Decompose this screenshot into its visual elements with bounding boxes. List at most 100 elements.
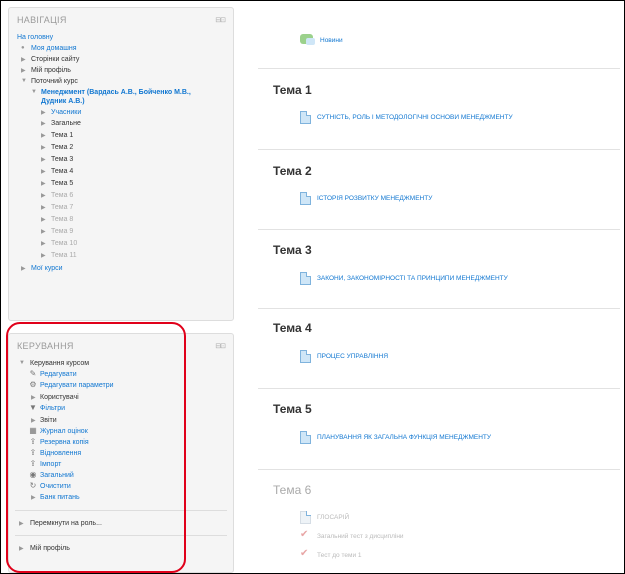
chevron-right-icon[interactable]: ▶ bbox=[41, 168, 46, 175]
chevron-right-icon[interactable]: ▶ bbox=[41, 216, 46, 223]
chevron-down-icon[interactable]: ▼ bbox=[19, 360, 25, 366]
chevron-right-icon[interactable]: ▶ bbox=[41, 156, 46, 163]
chevron-right-icon[interactable]: ▶ bbox=[31, 417, 36, 424]
chevron-down-icon[interactable]: ▼ bbox=[31, 89, 37, 95]
nav-item-current-course[interactable]: Поточний курс bbox=[31, 77, 78, 86]
nav-course-general[interactable]: Загальне bbox=[51, 119, 81, 128]
resource-label[interactable]: ЗАКОНИ, ЗАКОНОМІРНОСТІ ТА ПРИНЦИПИ МЕНЕД… bbox=[317, 275, 508, 282]
resource-label[interactable]: СУТНІСТЬ, РОЛЬ І МЕТОДОЛОГІЧНІ ОСНОВИ МЕ… bbox=[317, 114, 513, 121]
chevron-right-icon[interactable]: ▶ bbox=[41, 132, 46, 139]
chevron-right-icon[interactable]: ▶ bbox=[41, 192, 46, 199]
nav-course-topic-7[interactable]: Тема 7 bbox=[51, 203, 73, 212]
nav-course-topic-11[interactable]: Тема 11 bbox=[51, 251, 77, 260]
section-divider bbox=[258, 308, 620, 309]
bullet-icon: ● bbox=[21, 45, 25, 51]
nav-home-link[interactable]: На головну bbox=[17, 33, 53, 42]
quiz-icon: ✔ bbox=[300, 548, 309, 559]
chevron-right-icon[interactable]: ▶ bbox=[31, 394, 36, 401]
chevron-down-icon[interactable]: ▼ bbox=[21, 78, 27, 84]
admin-edit-settings-link[interactable]: Редагувати параметри bbox=[40, 381, 114, 390]
section-divider bbox=[258, 388, 620, 389]
chevron-right-icon[interactable]: ▶ bbox=[19, 545, 24, 552]
nav-course-topic-10[interactable]: Тема 10 bbox=[51, 239, 77, 248]
admin-reset-link[interactable]: Очистити bbox=[40, 482, 71, 491]
administration-block-header: КЕРУВАННЯ ⊟⊡ bbox=[17, 340, 226, 354]
nav-course-topic-9[interactable]: Тема 9 bbox=[51, 227, 73, 236]
nav-course-topic-2[interactable]: Тема 2 bbox=[51, 143, 73, 152]
admin-filters-link[interactable]: Фільтри bbox=[40, 404, 65, 413]
refresh-icon: ↻ bbox=[29, 481, 37, 490]
quiz-icon: ✔ bbox=[300, 529, 309, 540]
course-admin-heading[interactable]: Керування курсом bbox=[30, 359, 89, 368]
nav-course-topic-6[interactable]: Тема 6 bbox=[51, 191, 73, 200]
chevron-right-icon[interactable]: ▶ bbox=[41, 120, 46, 127]
divider bbox=[15, 535, 227, 536]
news-label[interactable]: Новини bbox=[320, 37, 343, 44]
chevron-right-icon[interactable]: ▶ bbox=[31, 494, 36, 501]
filter-icon: ▼ bbox=[29, 403, 37, 412]
chevron-right-icon[interactable]: ▶ bbox=[21, 56, 26, 63]
nav-course-title[interactable]: Менеджмент (Вардась А.В., Бойченко М.В., bbox=[41, 88, 191, 97]
document-icon bbox=[300, 350, 311, 363]
admin-my-profile-item[interactable]: Мій профіль bbox=[30, 544, 70, 553]
section-divider bbox=[258, 149, 620, 150]
forum-icon bbox=[300, 34, 315, 45]
section-title: Тема 6 bbox=[273, 483, 312, 497]
globe-icon: ◉ bbox=[29, 470, 37, 479]
resource-label[interactable]: Тест до теми 1 bbox=[317, 552, 362, 559]
admin-reports-item[interactable]: Звіти bbox=[40, 416, 57, 425]
resource-label[interactable]: ГЛОСАРІЙ bbox=[317, 514, 349, 521]
admin-import-link[interactable]: Імпорт bbox=[40, 460, 61, 469]
admin-public-link[interactable]: Загальний bbox=[40, 471, 74, 480]
document-icon bbox=[300, 431, 311, 444]
resource-label[interactable]: ПЛАНУВАННЯ ЯК ЗАГАЛЬНА ФУНКЦІЯ МЕНЕДЖМЕН… bbox=[317, 434, 491, 441]
nav-course-topic-3[interactable]: Тема 3 bbox=[51, 155, 73, 164]
resource-label[interactable]: Загальний тест з дисципліни bbox=[317, 533, 404, 540]
document-icon bbox=[300, 192, 311, 205]
chevron-right-icon[interactable]: ▶ bbox=[41, 252, 46, 259]
nav-item-site-pages[interactable]: Сторінки сайту bbox=[31, 55, 79, 64]
admin-backup-link[interactable]: Резервна копія bbox=[40, 438, 89, 447]
glossary-icon bbox=[300, 511, 311, 524]
admin-gradebook-link[interactable]: Журнал оцінок bbox=[40, 427, 88, 436]
nav-item-my-profile[interactable]: Мій профіль bbox=[31, 66, 71, 75]
section-title: Тема 1 bbox=[273, 83, 312, 97]
chevron-right-icon[interactable]: ▶ bbox=[41, 204, 46, 211]
resource-label[interactable]: ІСТОРІЯ РОЗВИТКУ МЕНЕДЖМЕНТУ bbox=[317, 195, 432, 202]
section-title: Тема 3 bbox=[273, 243, 312, 257]
nav-course-topic-1[interactable]: Тема 1 bbox=[51, 131, 73, 140]
resource-label[interactable]: ПРОЦЕС УПРАВЛІННЯ bbox=[317, 353, 388, 360]
section-divider bbox=[258, 68, 620, 69]
pencil-icon: ✎ bbox=[29, 369, 37, 378]
upload-icon: ⇪ bbox=[29, 437, 37, 446]
block-dock-controls[interactable]: ⊟⊡ bbox=[215, 342, 226, 350]
nav-course-topic-8[interactable]: Тема 8 bbox=[51, 215, 73, 224]
nav-course-participants[interactable]: Учасники bbox=[51, 108, 81, 117]
section-title: Тема 4 bbox=[273, 321, 312, 335]
block-dock-controls[interactable]: ⊟⊡ bbox=[215, 16, 226, 24]
administration-block-title: КЕРУВАННЯ bbox=[17, 341, 74, 351]
chevron-right-icon[interactable]: ▶ bbox=[41, 180, 46, 187]
chevron-right-icon[interactable]: ▶ bbox=[19, 520, 24, 527]
chevron-right-icon[interactable]: ▶ bbox=[21, 67, 26, 74]
nav-course-title-line2[interactable]: Дудник А.В.) bbox=[41, 97, 85, 106]
admin-users-item[interactable]: Користувачі bbox=[40, 393, 79, 402]
chevron-right-icon[interactable]: ▶ bbox=[41, 144, 46, 151]
admin-edit-link[interactable]: Редагувати bbox=[40, 370, 77, 379]
nav-my-courses[interactable]: Мої курси bbox=[31, 264, 63, 273]
chevron-right-icon[interactable]: ▶ bbox=[41, 109, 46, 116]
nav-item-my-home[interactable]: Моя домашня bbox=[31, 44, 77, 53]
upload-icon: ⇪ bbox=[29, 448, 37, 457]
chevron-right-icon[interactable]: ▶ bbox=[41, 240, 46, 247]
nav-course-topic-4[interactable]: Тема 4 bbox=[51, 167, 73, 176]
section-divider bbox=[258, 469, 620, 470]
navigation-block: НАВІГАЦІЯ ⊟⊡ На головну ● Моя домашня ▶ … bbox=[8, 7, 234, 321]
admin-question-bank-item[interactable]: Банк питань bbox=[40, 493, 80, 502]
upload-icon: ⇪ bbox=[29, 459, 37, 468]
chevron-right-icon[interactable]: ▶ bbox=[21, 265, 26, 272]
admin-switch-role-item[interactable]: Перемкнути на роль... bbox=[30, 519, 102, 528]
nav-course-topic-5[interactable]: Тема 5 bbox=[51, 179, 73, 188]
admin-restore-link[interactable]: Відновлення bbox=[40, 449, 81, 458]
section-title: Тема 5 bbox=[273, 402, 312, 416]
chevron-right-icon[interactable]: ▶ bbox=[41, 228, 46, 235]
